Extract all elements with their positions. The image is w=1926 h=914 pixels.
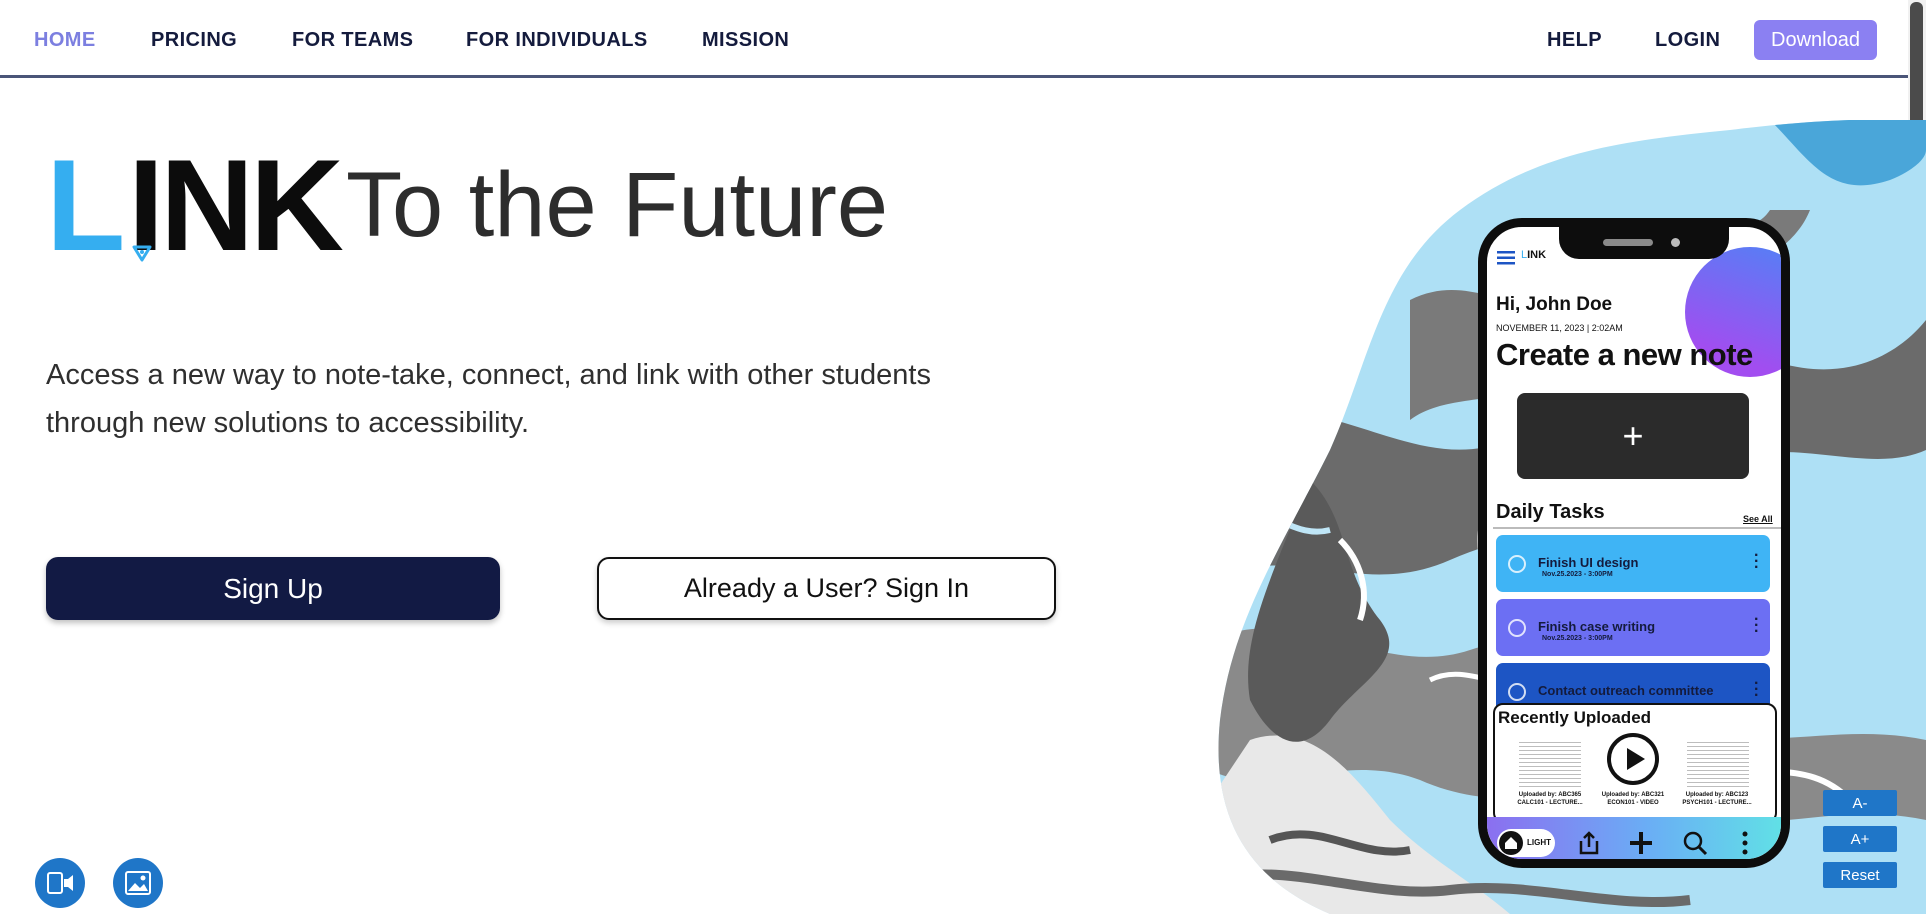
task-checkbox[interactable] xyxy=(1508,683,1526,701)
decrease-font-button[interactable]: A- xyxy=(1823,790,1897,816)
nav-for-teams[interactable]: FOR TEAMS xyxy=(292,29,413,52)
phone-logo-ink: INK xyxy=(1527,249,1547,261)
recently-uploaded-panel: Recently Uploaded Uploaded by: ABC365 CA… xyxy=(1493,703,1777,823)
reset-font-button[interactable]: Reset xyxy=(1823,862,1897,888)
phone-divider xyxy=(1493,527,1781,529)
nav-help[interactable]: HELP xyxy=(1547,29,1602,52)
hero-description: Access a new way to note-take, connect, … xyxy=(46,359,931,439)
task-title: Finish UI design xyxy=(1538,555,1639,570)
task-date: Nov.25.2023 - 3:00PM xyxy=(1542,571,1613,578)
image-description-icon[interactable] xyxy=(113,858,163,908)
search-icon[interactable] xyxy=(1681,829,1709,857)
share-icon[interactable] xyxy=(1575,829,1603,857)
top-navigation: HOME PRICING FOR TEAMS FOR INDIVIDUALS M… xyxy=(0,0,1908,78)
nav-home[interactable]: HOME xyxy=(34,29,96,52)
phone-camera xyxy=(1671,238,1680,247)
task-item[interactable]: Finish UI design Nov.25.2023 - 3:00PM · ·… xyxy=(1496,535,1770,592)
upload-caption: Uploaded by: ABC123 PSYCH101 - LECTURE..… xyxy=(1677,791,1757,807)
sign-in-button[interactable]: Already a User? Sign In xyxy=(597,557,1056,620)
upload-by: Uploaded by: ABC321 xyxy=(1601,792,1665,798)
task-more-icon[interactable]: · · · xyxy=(1754,548,1759,576)
upload-caption: Uploaded by: ABC365 CALC101 - LECTURE... xyxy=(1510,791,1590,807)
task-more-icon[interactable]: · · · xyxy=(1754,676,1759,704)
nav-login[interactable]: LOGIN xyxy=(1655,29,1720,52)
hamburger-menu-icon[interactable] xyxy=(1497,251,1515,265)
theme-label: LIGHT xyxy=(1527,838,1551,847)
more-icon[interactable] xyxy=(1731,829,1759,857)
phone-greeting: Hi, John Doe xyxy=(1496,294,1613,315)
upload-by: Uploaded by: ABC123 xyxy=(1685,792,1749,798)
add-icon[interactable] xyxy=(1627,829,1655,857)
phone-speaker xyxy=(1603,239,1653,246)
location-pin-icon xyxy=(132,245,152,262)
home-icon[interactable] xyxy=(1499,831,1523,855)
task-date: Nov.25.2023 - 3:00PM xyxy=(1542,635,1613,642)
nav-pricing[interactable]: PRICING xyxy=(151,29,237,52)
task-checkbox[interactable] xyxy=(1508,619,1526,637)
sign-up-button[interactable]: Sign Up xyxy=(46,557,500,620)
document-thumbnail[interactable] xyxy=(1519,739,1581,787)
nav-for-individuals[interactable]: FOR INDIVIDUALS xyxy=(466,29,648,52)
phone-mockup: LINK Hi, John Doe NOVEMBER 11, 2023 | 2:… xyxy=(1478,218,1790,868)
phone-notch xyxy=(1559,227,1729,259)
recently-uploaded-heading: Recently Uploaded xyxy=(1498,708,1652,727)
upload-name: ECON101 - VIDEO xyxy=(1607,800,1659,806)
task-checkbox[interactable] xyxy=(1508,555,1526,573)
task-item[interactable]: Finish case writing Nov.25.2023 - 3:00PM… xyxy=(1496,599,1770,656)
logo-letters-ink: INK xyxy=(128,132,344,278)
phone-date: NOVEMBER 11, 2023 | 2:02AM xyxy=(1496,323,1623,333)
phone-daily-tasks-heading: Daily Tasks xyxy=(1496,501,1605,523)
task-title: Contact outreach committee xyxy=(1538,683,1714,698)
increase-font-button[interactable]: A+ xyxy=(1823,826,1897,852)
phone-create-note-title: Create a new note xyxy=(1496,337,1753,372)
task-more-icon[interactable]: · · · xyxy=(1754,612,1759,640)
task-title: Finish case writing xyxy=(1538,619,1656,634)
logo-letter-l: L xyxy=(46,132,125,278)
play-icon[interactable] xyxy=(1607,733,1659,785)
download-button[interactable]: Download xyxy=(1754,20,1877,60)
document-thumbnail[interactable] xyxy=(1687,739,1749,787)
upload-caption: Uploaded by: ABC321 ECON101 - VIDEO xyxy=(1593,791,1673,807)
phone-logo: LINK xyxy=(1521,249,1546,261)
upload-by: Uploaded by: ABC365 xyxy=(1518,792,1582,798)
hero-tagline: To the Future xyxy=(346,154,889,256)
upload-name: PSYCH101 - LECTURE... xyxy=(1682,800,1752,806)
phone-tab-bar: LIGHT xyxy=(1487,817,1781,859)
text-to-speech-icon[interactable] xyxy=(35,858,85,908)
phone-new-note-button[interactable]: + xyxy=(1517,393,1749,479)
light-mode-toggle[interactable]: LIGHT xyxy=(1497,829,1555,857)
nav-mission[interactable]: MISSION xyxy=(702,29,789,52)
upload-name: CALC101 - LECTURE... xyxy=(1517,800,1583,806)
phone-see-all-link[interactable]: See All xyxy=(1743,514,1773,524)
